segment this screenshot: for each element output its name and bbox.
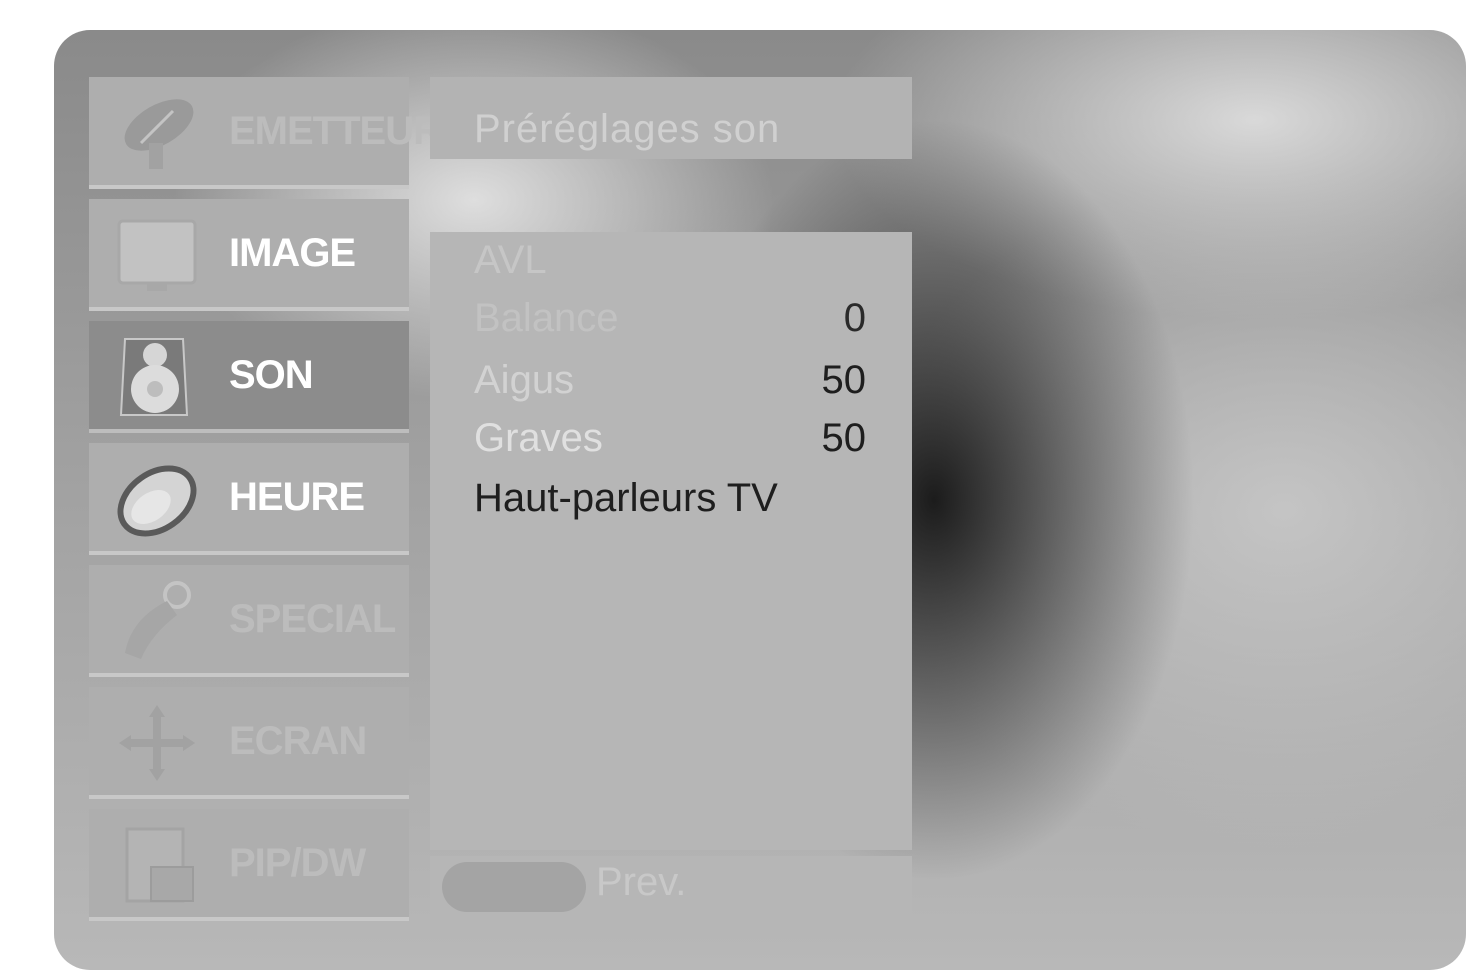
menu-row-label: Balance (474, 295, 619, 340)
submenu-title: Préréglages son (474, 107, 781, 151)
menu-row-label: Graves (474, 415, 603, 460)
clock-icon (111, 457, 203, 541)
settings-panel: AVL Balance 0 Aigus 50 Graves 50 Haut-pa… (430, 232, 912, 850)
satellite-dish-icon (111, 91, 203, 175)
speaker-icon (111, 335, 203, 419)
sidebar-item-label: HEURE (229, 474, 365, 519)
prev-button-icon[interactable] (442, 862, 586, 912)
sidebar-item-ecran[interactable]: ECRAN (89, 687, 409, 799)
special-icon (111, 579, 203, 663)
prev-label: Prev. (596, 860, 687, 904)
sidebar-item-special[interactable]: SPECIAL (89, 565, 409, 677)
osd-menu: EMETTEUR IMAGE SON HEURE SPECIAL ECRAN P… (54, 30, 1466, 970)
menu-row-value: 0 (843, 295, 866, 340)
menu-row-aigus[interactable]: Aigus 50 (474, 352, 866, 408)
arrows-icon (111, 701, 203, 785)
sidebar: EMETTEUR IMAGE SON HEURE SPECIAL ECRAN P… (89, 77, 442, 921)
menu-row-haut-parleurs-tv[interactable]: Haut-parleurs TV (474, 470, 866, 526)
menu-row-graves[interactable]: Graves 50 (474, 410, 866, 466)
menu-row-avl[interactable]: AVL (474, 232, 866, 288)
sidebar-item-label: PIP/DW (229, 840, 366, 885)
menu-row-label: AVL (474, 237, 547, 282)
menu-row-label: Aigus (474, 357, 575, 402)
footer-bar: Prev. (430, 856, 912, 916)
sidebar-item-son[interactable]: SON (89, 321, 409, 433)
sidebar-item-label: ECRAN (229, 718, 367, 763)
menu-row-label: Haut-parleurs TV (474, 475, 778, 520)
pip-icon (111, 823, 203, 907)
sidebar-item-image[interactable]: IMAGE (89, 199, 409, 311)
sidebar-item-pip-dw[interactable]: PIP/DW (89, 809, 409, 921)
menu-row-balance[interactable]: Balance 0 (474, 290, 866, 346)
sidebar-item-label: SPECIAL (229, 596, 396, 641)
submenu-header: Préréglages son (430, 77, 912, 159)
sidebar-item-label: IMAGE (229, 230, 356, 275)
tv-screen-icon (111, 213, 203, 297)
sidebar-item-heure[interactable]: HEURE (89, 443, 409, 555)
sidebar-item-emetteur[interactable]: EMETTEUR (89, 77, 442, 189)
sidebar-item-label: EMETTEUR (229, 108, 442, 153)
sidebar-item-label: SON (229, 352, 314, 397)
menu-row-value: 50 (821, 357, 867, 402)
menu-row-value: 50 (821, 415, 867, 460)
